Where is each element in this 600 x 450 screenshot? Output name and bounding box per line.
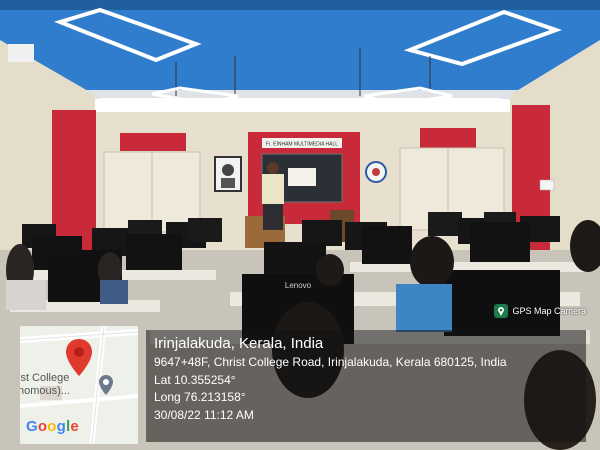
monitor (188, 218, 222, 242)
student (410, 236, 454, 288)
location-title: Irinjalakuda, Kerala, India (154, 335, 324, 352)
red-panel (120, 133, 186, 151)
gps-camera-icon (494, 304, 509, 318)
google-logo-letter: e (70, 418, 79, 435)
monitor (470, 222, 530, 262)
google-logo-letter: g (56, 418, 66, 435)
monitor (126, 234, 182, 270)
student (316, 254, 344, 286)
presenter-body (262, 174, 284, 204)
air-conditioner (8, 44, 34, 62)
gps-overlay: ist College homous)... Google Irinjalaku… (20, 326, 588, 444)
monitor (428, 212, 462, 236)
location-info-panel: Irinjalakuda, Kerala, India 9647+48F, Ch… (146, 330, 586, 442)
location-longitude: Long 76.213158° (154, 390, 246, 404)
red-panel (420, 128, 476, 148)
map-place-label: ist College (20, 372, 70, 384)
monitor-brand: Lenovo (285, 281, 312, 290)
map-place-label: homous)... (20, 385, 70, 397)
hall-banner-text: Fr. EINHAM MULTIMEDIA HALL (266, 142, 338, 148)
projected-slide (288, 168, 316, 186)
location-latitude: Lat 10.355254° (154, 372, 236, 387)
google-logo: Google (26, 418, 79, 435)
google-logo-letter: o (37, 418, 48, 435)
gps-camera-label: GPS Map Camera (512, 306, 586, 316)
google-logo-letter: G (26, 418, 38, 435)
location-datetime: 30/08/22 11:12 AM (154, 407, 254, 422)
red-panel (52, 110, 96, 250)
photo-frame: Fr. EINHAM MULTIMEDIA HALL Lenovo GPS Ma… (0, 0, 600, 450)
gps-camera-badge: GPS Map Camera (494, 304, 586, 318)
google-logo-letter: o (47, 418, 57, 435)
presenter-head (267, 162, 279, 174)
location-address: 9647+48F, Christ College Road, Irinjalak… (154, 355, 507, 369)
monitor (362, 226, 412, 264)
map-thumbnail: ist College homous)... Google (20, 326, 138, 444)
poi-marker-icon (99, 375, 113, 395)
